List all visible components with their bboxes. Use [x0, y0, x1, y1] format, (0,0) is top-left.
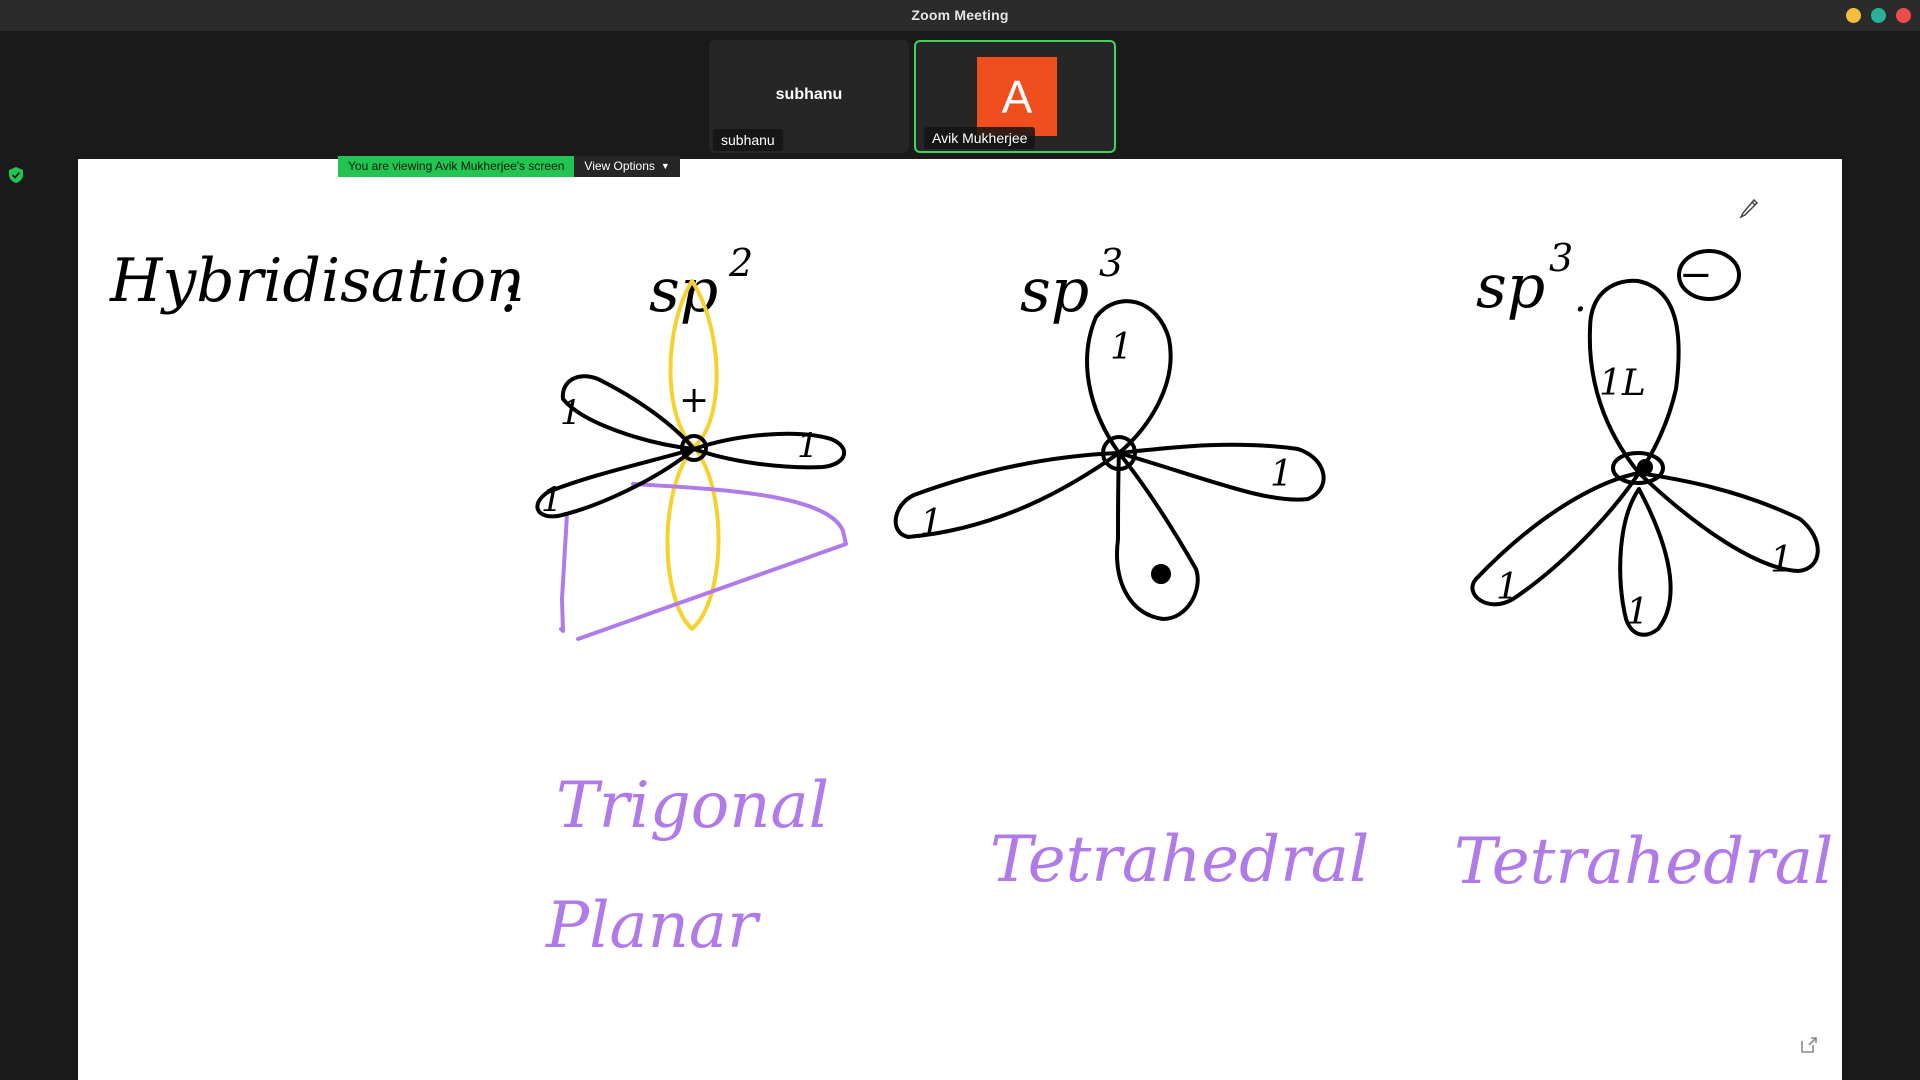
sp3-anion-lobe-mark: 1: [1496, 567, 1519, 608]
heading-text: Hybridisation: [109, 246, 525, 316]
screen-share-banner: You are viewing Avik Mukherjee's screen …: [338, 156, 680, 177]
participant-name-label: subhanu: [713, 129, 783, 151]
sp3-anion-lobe-mark: 1: [1626, 592, 1649, 633]
sp3-anion-label-base: sp: [1476, 252, 1545, 322]
sp3-lobe-mark: 1: [920, 503, 943, 544]
participant-name-label: Avik Mukherjee: [924, 127, 1036, 149]
minimize-button[interactable]: [1846, 8, 1861, 23]
sp2-p-orbital-mark: +: [679, 380, 709, 421]
sp2-label-exponent: 2: [728, 241, 753, 285]
close-button[interactable]: [1896, 8, 1911, 23]
maximize-button[interactable]: [1871, 8, 1886, 23]
anion-charge-mark: −: [1679, 252, 1713, 298]
sp3-label-base: sp: [1020, 256, 1089, 326]
avatar: A: [977, 57, 1057, 136]
participant-tile-avik[interactable]: A Avik Mukherjee: [914, 40, 1116, 153]
chevron-down-icon: ▼: [660, 161, 670, 171]
security-shield-icon[interactable]: [7, 166, 25, 184]
pen-cursor-icon: [1739, 198, 1758, 219]
heading-colon: :: [500, 256, 520, 326]
sp3-anion-label-exponent: 3: [1549, 236, 1573, 280]
share-toolbar-icon[interactable]: [1799, 1035, 1819, 1055]
sp3-anion-geometry: Tetrahedral: [1454, 825, 1833, 899]
sp3-label-exponent: 3: [1099, 241, 1123, 285]
sp2-geometry-line1: Trigonal: [556, 769, 829, 843]
sp3-lobe-mark: 1: [1110, 327, 1133, 368]
view-options-label: View Options: [584, 159, 655, 173]
participant-tile-subhanu[interactable]: subhanu subhanu: [709, 40, 909, 153]
whiteboard-canvas: Hybridisation : sp 2 sp 3 sp 3 . + 1 1 1: [109, 236, 1833, 963]
viewing-screen-label: You are viewing Avik Mukherjee's screen: [338, 156, 575, 177]
sp2-geometry-line2: Planar: [545, 889, 761, 963]
sp3-anion-lobe-mark: 1L: [1599, 363, 1646, 404]
shared-screen: Hybridisation : sp 2 sp 3 sp 3 . + 1 1 1: [78, 159, 1842, 1080]
sp2-lobe-mark: 1: [797, 426, 819, 466]
sp3-geometry: Tetrahedral: [990, 823, 1369, 897]
window-title: Zoom Meeting: [911, 7, 1009, 23]
sp3-lobe-mark: 1: [1270, 454, 1293, 495]
view-options-button[interactable]: View Options ▼: [574, 156, 680, 177]
sp2-lobe-mark: 1: [541, 480, 563, 520]
title-bar: Zoom Meeting: [0, 0, 1920, 31]
sp3-anion-lobe-mark: 1: [1770, 540, 1793, 581]
sp3-anion-label-suffix: .: [1574, 275, 1587, 321]
participant-display-name: subhanu: [775, 86, 843, 103]
sp2-lobe-mark: 1: [560, 393, 582, 433]
